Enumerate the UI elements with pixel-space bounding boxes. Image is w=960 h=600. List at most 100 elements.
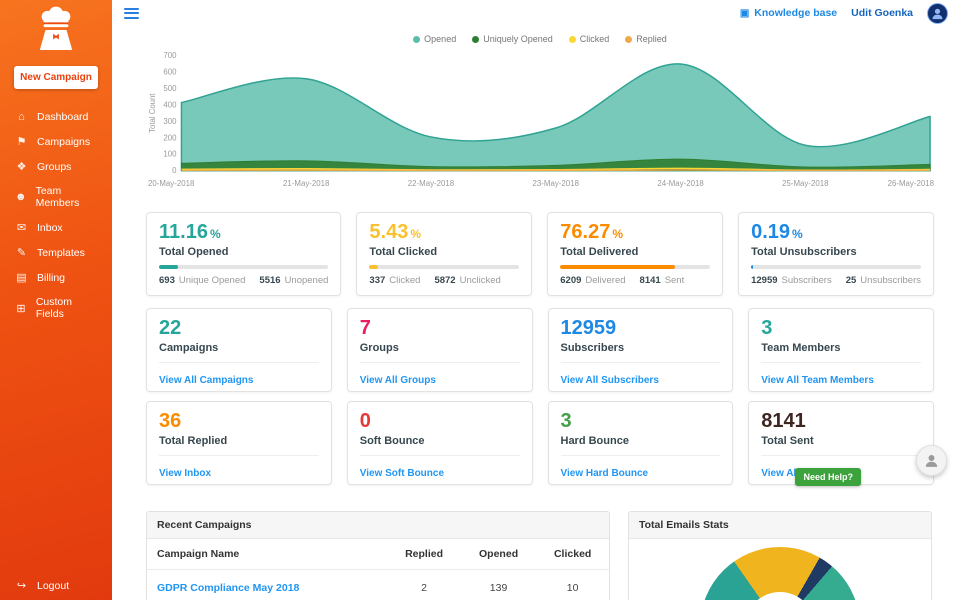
sidebar: New Campaign ⌂ Dashboard ⚑ Campaigns ❖ G…: [0, 0, 112, 600]
svg-text:300: 300: [163, 117, 177, 126]
svg-text:0: 0: [172, 166, 177, 175]
count-value: 3: [761, 317, 773, 339]
view-all-groups-link[interactable]: View All Groups: [360, 375, 436, 386]
count-label: Total Replied: [159, 435, 228, 447]
sidebar-item-campaigns[interactable]: ⚑ Campaigns: [0, 129, 112, 154]
view-all-team-members-link[interactable]: View All Team Members: [761, 375, 874, 386]
sidebar-item-label: Billing: [37, 271, 66, 284]
total-emails-donut-chart: [700, 547, 860, 600]
legend-item-clicked[interactable]: Clicked: [568, 34, 609, 44]
legend-item-replied[interactable]: Replied: [625, 34, 667, 44]
support-widget-button[interactable]: [916, 445, 947, 476]
team-members-icon: ☻: [15, 191, 27, 203]
svg-text:Total Count: Total Count: [148, 93, 157, 133]
count-value: 12959: [560, 317, 617, 339]
billing-icon: ▤: [16, 272, 27, 284]
legend-dot: [625, 35, 633, 43]
view-soft-bounce-link[interactable]: View Soft Bounce: [360, 468, 444, 479]
sidebar-item-dashboard[interactable]: ⌂ Dashboard: [0, 105, 112, 129]
count-card-total-replied: 36 Total Replied View Inbox: [146, 401, 332, 485]
count-card-groups: 7 Groups View All Groups: [346, 308, 533, 392]
legend-item-opened[interactable]: Opened: [413, 34, 456, 44]
stat-label: Total Opened: [159, 246, 229, 258]
count-value: 36: [159, 410, 182, 432]
view-hard-bounce-link[interactable]: View Hard Bounce: [561, 468, 649, 479]
chef-logo-icon: [0, 0, 112, 52]
campaigns-icon: ⚑: [16, 136, 27, 148]
svg-text:500: 500: [163, 84, 177, 93]
count-label: Campaigns: [159, 342, 219, 354]
legend-item-uniquely-opened[interactable]: Uniquely Opened: [472, 34, 553, 44]
svg-text:100: 100: [163, 150, 177, 159]
legend-dot: [568, 35, 576, 43]
templates-icon: ✎: [16, 247, 27, 259]
stat-breakdown: 337 Clicked 5872 Unclicked: [369, 275, 501, 286]
svg-text:21-May-2018: 21-May-2018: [283, 179, 330, 188]
topbar: ▣ Knowledge base Udit Goenka: [112, 0, 960, 26]
logout-label: Logout: [37, 579, 70, 592]
legend-dot: [413, 35, 421, 43]
sidebar-item-custom-fields[interactable]: ⊞ Custom Fields: [0, 290, 112, 326]
count-value: 0: [359, 410, 371, 432]
person-icon: [925, 455, 938, 467]
replied-count: 2: [387, 569, 461, 600]
svg-text:23-May-2018: 23-May-2018: [533, 179, 580, 188]
column-header-campaign-name: Campaign Name: [147, 539, 388, 570]
custom-fields-icon: ⊞: [16, 302, 26, 315]
progress-bar: [159, 265, 329, 269]
count-cards-row-1: 22 Campaigns View All Campaigns 7 Groups…: [146, 308, 934, 392]
svg-text:22-May-2018: 22-May-2018: [408, 179, 455, 188]
legend-dot: [472, 35, 480, 43]
view-all-campaigns-link[interactable]: View All Campaigns: [159, 375, 253, 386]
sidebar-nav: ⌂ Dashboard ⚑ Campaigns ❖ Groups ☻ Team …: [0, 105, 112, 326]
sidebar-item-label: Dashboard: [37, 111, 89, 123]
view-inbox-link[interactable]: View Inbox: [159, 468, 211, 479]
groups-icon: ❖: [16, 161, 27, 173]
progress-bar: [560, 265, 711, 269]
count-value: 8141: [761, 410, 806, 432]
sidebar-item-label: Groups: [37, 160, 72, 173]
count-label: Hard Bounce: [560, 435, 629, 447]
view-all-subscribers-link[interactable]: View All Subscribers: [561, 375, 659, 386]
sidebar-item-billing[interactable]: ▤ Billing: [0, 265, 112, 290]
user-avatar[interactable]: [927, 2, 948, 24]
count-label: Team Members: [761, 342, 841, 354]
sidebar-item-groups[interactable]: ❖ Groups: [0, 154, 112, 179]
column-header-replied: Replied: [387, 539, 461, 570]
stat-card-total-opened: 11.16% Total Opened 693 Unique Opened 551…: [146, 212, 342, 296]
chart-legend: Opened Uniquely Opened Clicked Replied: [146, 32, 934, 46]
count-value: 22: [159, 317, 182, 339]
hamburger-menu-icon[interactable]: [124, 7, 139, 19]
svg-text:20-May-2018: 20-May-2018: [148, 179, 195, 188]
username-link[interactable]: Udit Goenka: [851, 7, 913, 19]
recent-campaigns-panel: Recent Campaigns Campaign Name Replied O…: [146, 511, 610, 600]
count-label: Soft Bounce: [359, 435, 425, 447]
dashboard-app: New Campaign ⌂ Dashboard ⚑ Campaigns ❖ G…: [0, 0, 960, 600]
column-header-clicked: Clicked: [536, 539, 609, 570]
panel-title: Recent Campaigns: [147, 512, 609, 539]
sidebar-item-inbox[interactable]: ✉ Inbox: [0, 215, 112, 240]
progress-bar: [369, 265, 520, 269]
area-chart-canvas: 0 100 200 300 400 500 600 700 20-May-2018 21-May-…: [148, 51, 935, 188]
logout-button[interactable]: ↪ Logout: [0, 571, 112, 600]
progress-bar: [751, 265, 921, 269]
need-help-button[interactable]: Need Help?: [795, 468, 861, 486]
knowledge-base-link[interactable]: ▣ Knowledge base: [740, 7, 837, 19]
stat-value: 11.16%: [159, 221, 221, 243]
opened-count: 139: [460, 569, 537, 600]
count-card-team-members: 3 Team Members View All Team Members: [748, 308, 934, 392]
stat-value: 5.43%: [369, 221, 422, 243]
new-campaign-button[interactable]: New Campaign: [14, 66, 98, 89]
sidebar-item-templates[interactable]: ✎ Templates: [0, 240, 112, 265]
sidebar-item-label: Templates: [37, 246, 85, 259]
column-header-opened: Opened: [460, 539, 537, 570]
svg-text:26-May-2018: 26-May-2018: [888, 179, 935, 188]
stat-value: 76.27%: [560, 221, 623, 243]
recent-campaigns-table: Campaign Name Replied Opened Clicked GDP…: [147, 539, 609, 600]
campaign-link[interactable]: GDPR Compliance May 2018: [157, 582, 299, 594]
stat-breakdown: 693 Unique Opened 5516 Unopened: [159, 275, 329, 286]
sidebar-item-label: Campaigns: [37, 135, 91, 148]
sidebar-item-label: Custom Fields: [35, 296, 73, 320]
svg-text:200: 200: [163, 133, 177, 142]
sidebar-item-team-members[interactable]: ☻ Team Members: [0, 179, 112, 215]
